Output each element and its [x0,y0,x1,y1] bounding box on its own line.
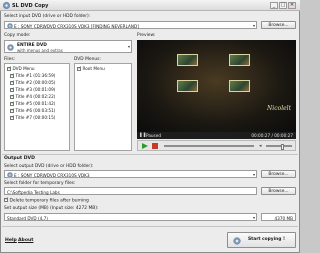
chevron-down-icon[interactable]: ▾ [128,44,130,49]
output-size-select[interactable]: Standard DVD (4,7) ▾ [4,213,257,221]
tree-item-dvd-menu[interactable]: DVD Menu [7,66,35,71]
checkbox[interactable] [7,66,12,71]
preview-status: Paused [146,133,161,138]
volume-icon[interactable]: ◂ [259,143,263,149]
checkbox[interactable] [10,94,15,99]
dvd-menus-label: DVD Menus: [74,57,101,62]
preview-screen: Nicolelt [137,40,296,132]
output-size-mb-field[interactable]: 4370 MB [261,213,296,221]
checkbox[interactable] [10,101,15,106]
stop-icon[interactable] [152,143,158,149]
volume-slider[interactable] [266,144,292,150]
checkbox[interactable] [10,87,15,92]
preview-brand: Nicolelt [267,105,291,112]
input-dvd-value: E : SONY CDRWDVD CRX310S VDK3 [FINDING N… [14,23,139,29]
window-title: SL DVD Copy [12,2,49,9]
output-section-title: Output DVD [4,156,35,161]
chevron-down-icon[interactable]: ▾ [253,23,255,28]
help-link[interactable]: Help [5,238,17,243]
tree-item-title-2[interactable]: Title #2 (00:00:05) [10,80,55,85]
output-drive-label: Select output DVD (drive or HDD folder): [4,164,94,169]
chapter-thumbnail [229,80,250,92]
files-label: Files: [4,57,16,62]
footer-divider [2,226,298,227]
delete-temp-checkbox[interactable] [4,197,9,202]
preview-controls: ◂ [137,140,296,151]
tree-item-root-menu[interactable]: Root Menu [77,66,105,71]
disc-drive-icon [7,171,13,178]
about-link[interactable]: About [18,238,33,243]
copy-mode-label: Copy mode: [4,33,31,38]
checkbox[interactable] [10,108,15,113]
checkbox[interactable] [10,115,15,120]
seek-track[interactable] [164,145,254,147]
temp-browse-button[interactable]: Browse... [261,187,296,195]
app-disc-icon [3,2,10,9]
checkbox[interactable] [10,73,15,78]
dvd-menus-tree: Root Menu [74,63,132,151]
chevron-down-icon[interactable]: ▾ [253,215,255,220]
temp-folder-label: Select folder for temporary files: [4,181,76,186]
input-dvd-select[interactable]: E : SONY CDRWDVD CRX310S VDK3 [FINDING N… [4,21,257,29]
play-icon[interactable] [142,143,148,149]
maximize-button[interactable]: □ [279,2,287,9]
delete-temp-option[interactable]: Delete temporary files after burning [4,197,89,204]
volume-slider-handle[interactable] [281,144,284,150]
close-button[interactable]: ✕ [288,2,296,9]
tree-item-title-4[interactable]: Title #4 (00:02:22) [10,94,55,99]
preview-time: 00:00:27 / 00:00:27 [251,133,293,138]
disc-drive-icon [7,22,13,29]
output-drive-select[interactable]: E : SONY CDRWDVD CRX310S VDK3 ▾ [4,170,257,178]
chapter-thumbnail [229,54,250,66]
tree-item-title-1[interactable]: Title #1 (01:36:59) [10,73,55,78]
temp-folder-input[interactable]: C:\Softpedia Testing Labs [4,187,257,195]
output-drive-value: E : SONY CDRWDVD CRX310S VDK3 [14,172,90,178]
pause-icon: ❚❚ [139,133,147,138]
tree-item-title-6[interactable]: Title #6 (00:03:51) [10,108,55,113]
copy-mode-subtitle: with menus and extras [17,47,63,53]
section-divider [2,154,298,155]
minimize-button[interactable]: _ [270,2,278,9]
copy-mode-select[interactable]: ENTIRE DVD with menus and extras ▾ [4,40,132,53]
chapter-thumbnail [177,54,198,66]
temp-folder-value: C:\Softpedia Testing Labs [7,189,60,195]
output-browse-button[interactable]: Browse... [261,170,296,178]
preview-label: Preview: [137,33,156,38]
output-size-label: Set output size (MB) (Input size: 4272 M… [4,206,99,211]
checkbox[interactable] [77,66,82,71]
copy-disc-icon [233,236,241,245]
input-dvd-label: Select input DVD (drive or HDD folder): [4,14,91,19]
chevron-down-icon[interactable]: ▾ [253,172,255,177]
dvd-disc-icon [7,43,14,51]
output-size-value: Standard DVD (4,7) [7,215,48,221]
output-size-mb: 4370 MB [274,215,293,221]
chapter-thumbnail [177,80,198,92]
files-tree: DVD Menu Title #1 (01:36:59) Title #2 (0… [4,63,70,151]
tree-item-title-5[interactable]: Title #5 (00:01:42) [10,101,55,106]
preview-status-bar: ❚❚ Paused 00:00:27 / 00:00:27 [137,132,296,139]
tree-item-title-7[interactable]: Title #7 (00:00:15) [10,115,55,120]
input-browse-button[interactable]: Browse... [261,21,296,29]
start-copying-button[interactable]: Start copying ! [227,232,296,248]
checkbox[interactable] [10,80,15,85]
tree-item-title-3[interactable]: Title #3 (00:01:09) [10,87,55,92]
